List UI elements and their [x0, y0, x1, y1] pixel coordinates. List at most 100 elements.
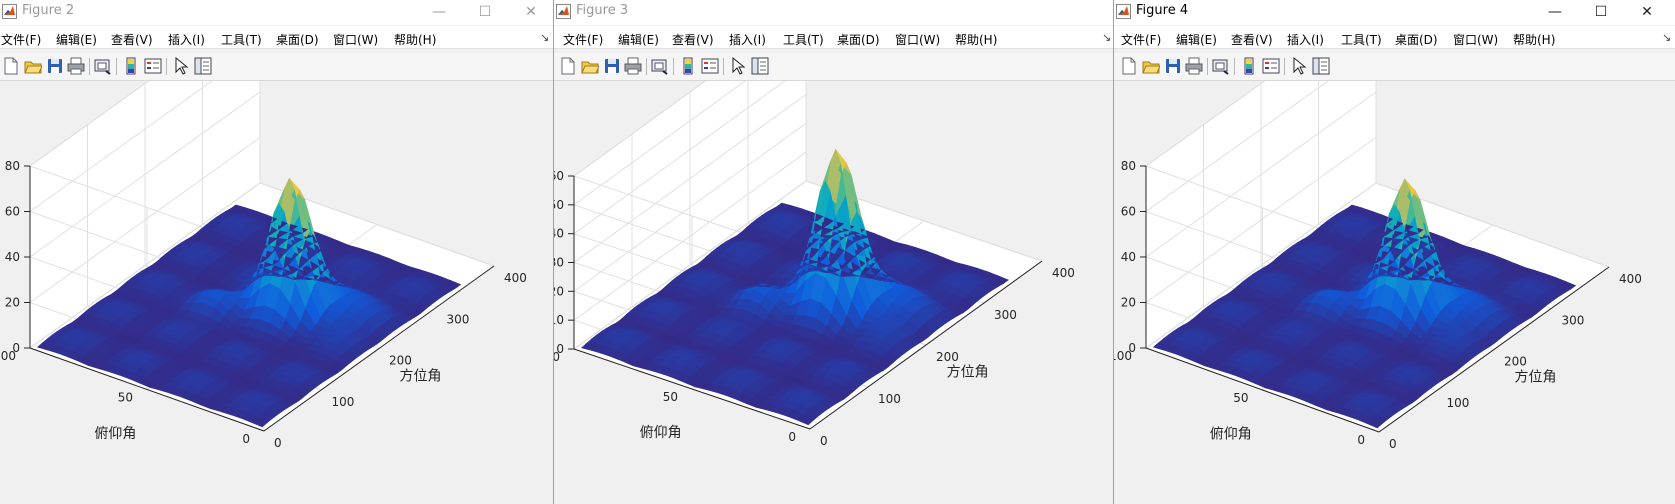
menu-desktop[interactable]: 桌面(D) — [276, 31, 319, 48]
x-tick-label: 300 — [447, 312, 470, 326]
menu-view[interactable]: 查看(V) — [111, 31, 153, 48]
x-tick-label: 100 — [878, 392, 901, 406]
x-tick-label: 200 — [1504, 355, 1527, 369]
menu-window[interactable]: 窗口(W) — [333, 31, 378, 48]
z-tick-label: 10 — [554, 313, 564, 327]
menu-window[interactable]: 窗口(W) — [1453, 31, 1498, 48]
save-icon[interactable] — [603, 57, 621, 75]
toolbar-separator — [646, 58, 647, 75]
minimize-icon[interactable]: — — [416, 0, 462, 25]
open-file-icon[interactable] — [581, 57, 599, 75]
new-figure-icon[interactable] — [2, 57, 20, 75]
menu-view[interactable]: 查看(V) — [1231, 31, 1273, 48]
window-title: Figure 2 — [22, 3, 75, 18]
minimize-icon[interactable]: — — [1532, 0, 1578, 25]
z-tick-label: 20 — [554, 284, 564, 298]
print-icon[interactable] — [624, 57, 642, 75]
figure-toolbar — [554, 53, 1113, 81]
window-title: Figure 3 — [576, 3, 629, 18]
z-tick-label: 40 — [554, 227, 564, 241]
z-tick-label: 20 — [5, 296, 20, 310]
matlab-logo-icon — [1116, 4, 1131, 19]
edit-plot-icon[interactable] — [729, 57, 747, 75]
menu-insert[interactable]: 插入(I) — [1287, 31, 1324, 48]
edit-plot-icon[interactable] — [1290, 57, 1308, 75]
x-tick-label: 0 — [274, 436, 282, 450]
menu-edit[interactable]: 编辑(E) — [618, 31, 659, 48]
link-plot-icon[interactable] — [1212, 57, 1230, 75]
save-icon[interactable] — [1164, 57, 1182, 75]
menu-desktop[interactable]: 桌面(D) — [837, 31, 880, 48]
menu-tools[interactable]: 工具(T) — [221, 31, 262, 48]
x-tick-label: 300 — [1562, 313, 1585, 327]
new-figure-icon[interactable] — [1120, 57, 1138, 75]
insert-legend-icon[interactable] — [701, 57, 719, 75]
menu-insert[interactable]: 插入(I) — [729, 31, 766, 48]
x-tick-label: 200 — [389, 354, 412, 368]
property-inspector-icon[interactable] — [194, 57, 212, 75]
maximize-icon[interactable]: ☐ — [1578, 0, 1624, 25]
toolbar-separator — [723, 58, 724, 75]
menu-edit[interactable]: 编辑(E) — [56, 31, 97, 48]
title-bar[interactable]: Figure 3 — ☐ ✕ — [554, 0, 1113, 25]
open-file-icon[interactable] — [24, 57, 42, 75]
menu-tools[interactable]: 工具(T) — [1341, 31, 1382, 48]
link-plot-icon[interactable] — [94, 57, 112, 75]
x-tick-label: 400 — [1052, 266, 1075, 280]
maximize-icon[interactable]: ☐ — [462, 0, 508, 25]
open-file-icon[interactable] — [1142, 57, 1160, 75]
insert-colorbar-icon[interactable] — [1240, 57, 1258, 75]
z-tick-label: 20 — [1121, 296, 1136, 310]
matlab-logo-icon — [2, 4, 17, 19]
menu-help[interactable]: 帮助(H) — [394, 31, 436, 48]
toolbar-separator — [116, 58, 117, 75]
menu-insert[interactable]: 插入(I) — [168, 31, 205, 48]
menu-view[interactable]: 查看(V) — [672, 31, 714, 48]
x-axis-title: 方位角 — [947, 365, 989, 381]
insert-legend-icon[interactable] — [1262, 57, 1280, 75]
toolbar-separator — [673, 58, 674, 75]
y-tick-label: 50 — [663, 390, 678, 404]
figure-toolbar — [0, 53, 553, 81]
x-axis-title: 方位角 — [400, 368, 442, 384]
insert-legend-icon[interactable] — [144, 57, 162, 75]
new-figure-icon[interactable] — [559, 57, 577, 75]
title-bar[interactable]: Figure 2 — ☐ ✕ — [0, 0, 553, 25]
menu-help[interactable]: 帮助(H) — [955, 31, 997, 48]
link-plot-icon[interactable] — [651, 57, 669, 75]
y-tick-label: 50 — [118, 391, 133, 405]
x-tick-label: 0 — [1389, 437, 1397, 451]
y-tick-label: 100 — [554, 350, 560, 364]
menu-help[interactable]: 帮助(H) — [1513, 31, 1555, 48]
z-tick-label: 40 — [1121, 250, 1136, 264]
insert-colorbar-icon[interactable] — [679, 57, 697, 75]
menu-window[interactable]: 窗口(W) — [895, 31, 940, 48]
x-tick-label: 400 — [504, 271, 527, 285]
title-bar[interactable]: Figure 4 — ☐ ✕ — [1114, 0, 1675, 25]
x-tick-label: 100 — [1447, 396, 1470, 410]
surface-plot[interactable]: 0204060800100200300400050100方位角俯仰角方向图 — [1114, 81, 1675, 504]
menu-file[interactable]: 文件(F) — [1121, 31, 1161, 48]
menu-desktop[interactable]: 桌面(D) — [1395, 31, 1438, 48]
edit-plot-icon[interactable] — [172, 57, 190, 75]
menu-overflow-icon[interactable]: ↘ — [540, 31, 549, 44]
menu-file[interactable]: 文件(F) — [563, 31, 603, 48]
print-icon[interactable] — [1185, 57, 1203, 75]
close-icon[interactable]: ✕ — [508, 0, 553, 25]
menu-tools[interactable]: 工具(T) — [783, 31, 824, 48]
surface-plot[interactable]: 0204060800100200300400050100方位角俯仰角方向图 — [0, 81, 553, 504]
y-tick-label: 50 — [1233, 391, 1248, 405]
menu-edit[interactable]: 编辑(E) — [1176, 31, 1217, 48]
close-icon[interactable]: ✕ — [1624, 0, 1670, 25]
property-inspector-icon[interactable] — [1312, 57, 1330, 75]
save-icon[interactable] — [46, 57, 64, 75]
menu-file[interactable]: 文件(F) — [1, 31, 41, 48]
menu-overflow-icon[interactable]: ↘ — [1102, 31, 1111, 44]
surface-plot[interactable]: 01020304050600100200300400050100方位角俯仰角方向… — [554, 81, 1113, 504]
toolbar-separator — [166, 58, 167, 75]
window-title: Figure 4 — [1136, 3, 1189, 18]
insert-colorbar-icon[interactable] — [122, 57, 140, 75]
print-icon[interactable] — [67, 57, 85, 75]
menu-overflow-icon[interactable]: ↘ — [1662, 31, 1671, 44]
property-inspector-icon[interactable] — [751, 57, 769, 75]
